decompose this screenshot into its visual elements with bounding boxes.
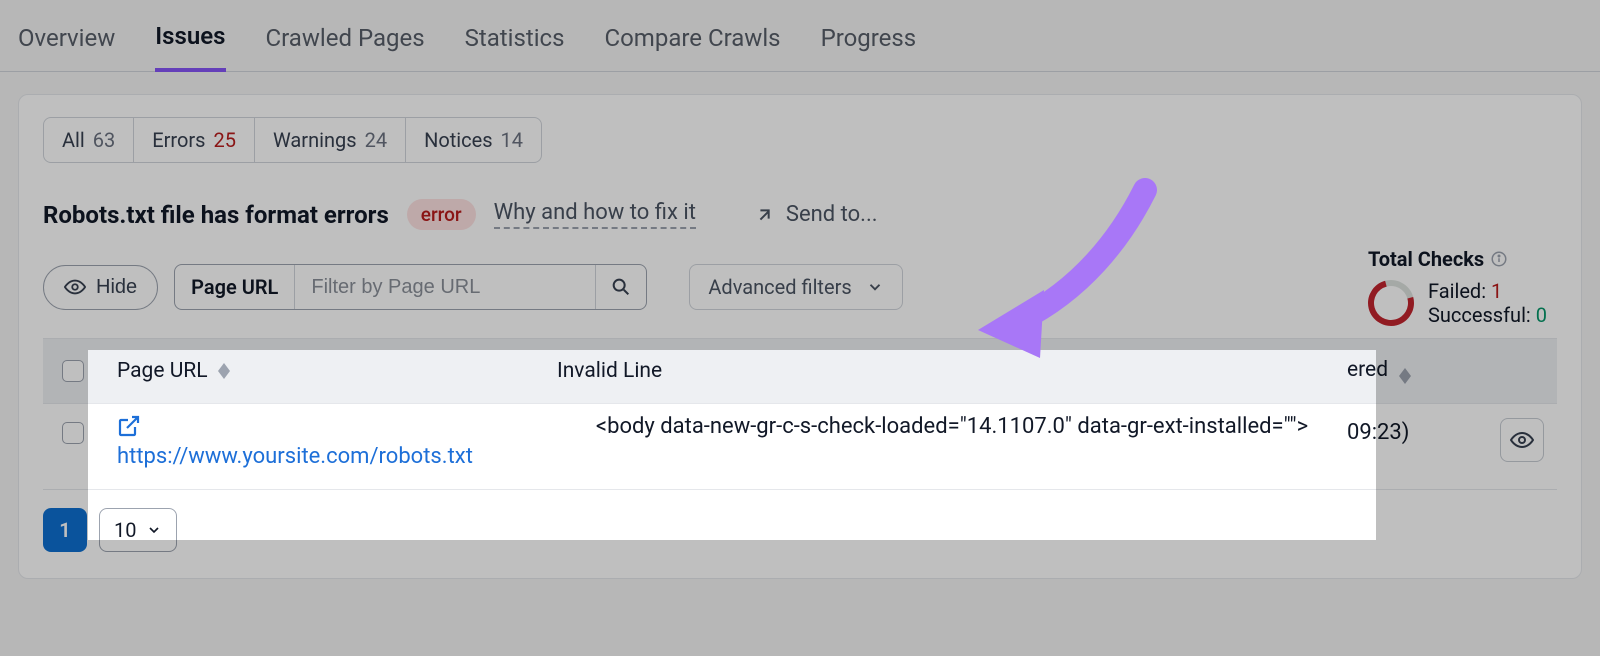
pill-errors[interactable]: Errors 25: [134, 118, 255, 162]
issues-panel: All 63 Errors 25 Warnings 24 Notices 14 …: [18, 94, 1582, 579]
send-to-button[interactable]: Send to...: [754, 202, 878, 227]
tab-issues[interactable]: Issues: [155, 22, 225, 72]
successful-line: Successful: 0: [1428, 303, 1547, 327]
tab-compare-crawls[interactable]: Compare Crawls: [604, 24, 780, 70]
row-checkbox[interactable]: [62, 422, 84, 444]
successful-value: 0: [1536, 303, 1547, 327]
pill-notices-count: 14: [501, 128, 523, 152]
row-view-button[interactable]: [1500, 418, 1544, 462]
col-header-discovered[interactable]: ered: [1347, 358, 1487, 384]
tab-crawled-pages[interactable]: Crawled Pages: [266, 24, 425, 70]
page-current[interactable]: 1: [43, 508, 87, 552]
row-invalid-line: <body data-new-gr-c-s-check-loaded="14.1…: [557, 414, 1347, 439]
filter-bar: Hide Page URL Advanced filters: [43, 264, 1557, 310]
checks-ring-icon: [1360, 272, 1423, 335]
chevron-down-icon: [866, 278, 884, 296]
pill-all-count: 63: [93, 128, 115, 152]
total-checks-title: Total Checks: [1368, 247, 1484, 271]
send-to-label: Send to...: [786, 202, 878, 227]
eye-icon: [1510, 428, 1534, 452]
page-size-value: 10: [114, 518, 136, 542]
row-page-url-link[interactable]: https://www.yoursite.com/robots.txt: [117, 444, 473, 469]
pill-errors-count: 25: [214, 128, 236, 152]
tab-overview[interactable]: Overview: [18, 24, 115, 70]
hide-button[interactable]: Hide: [43, 265, 158, 310]
why-how-link[interactable]: Why and how to fix it: [494, 200, 696, 229]
page-url-filter-search[interactable]: [595, 265, 646, 309]
col-header-invalid-line[interactable]: Invalid Line: [543, 359, 1347, 383]
share-arrow-icon: [754, 204, 776, 226]
eye-icon: [64, 276, 86, 298]
pill-notices-label: Notices: [424, 128, 492, 152]
sort-icon: [218, 363, 230, 379]
row-time-fragment: 09:23): [1347, 420, 1409, 445]
issue-type-filters: All 63 Errors 25 Warnings 24 Notices 14: [43, 117, 542, 163]
advanced-filters-button[interactable]: Advanced filters: [689, 264, 902, 310]
pill-notices[interactable]: Notices 14: [406, 118, 541, 162]
table-header-row: Page URL Invalid Line ered: [43, 338, 1557, 404]
pill-all[interactable]: All 63: [44, 118, 134, 162]
pagination: 1 10: [43, 508, 1557, 552]
tab-progress[interactable]: Progress: [821, 24, 917, 70]
chevron-down-icon: [146, 522, 162, 538]
pill-warnings[interactable]: Warnings 24: [255, 118, 406, 162]
page-size-select[interactable]: 10: [99, 508, 177, 552]
hide-label: Hide: [96, 276, 137, 299]
issue-severity-badge: error: [407, 199, 476, 230]
issue-title: Robots.txt file has format errors: [43, 201, 389, 229]
advanced-filters-label: Advanced filters: [708, 275, 851, 299]
issue-header: Robots.txt file has format errors error …: [43, 199, 1557, 230]
pill-warnings-count: 24: [365, 128, 387, 152]
select-all-checkbox[interactable]: [62, 360, 84, 382]
page-url-filter-label[interactable]: Page URL: [175, 265, 295, 309]
failed-value: 1: [1491, 279, 1502, 303]
col-header-page-url[interactable]: Page URL: [103, 359, 543, 383]
page-url-filter-input[interactable]: [295, 265, 595, 309]
external-link-icon[interactable]: [117, 414, 473, 438]
sort-icon: [1399, 368, 1411, 384]
page-url-filter: Page URL: [174, 264, 647, 310]
pill-all-label: All: [62, 128, 85, 152]
total-checks-panel: Total Checks Failed: 1 Successful: 0: [1368, 247, 1547, 327]
info-icon[interactable]: [1490, 250, 1508, 268]
table-row: https://www.yoursite.com/robots.txt <bod…: [43, 404, 1557, 490]
pill-warnings-label: Warnings: [273, 128, 357, 152]
failed-line: Failed: 1: [1428, 279, 1547, 303]
tab-statistics[interactable]: Statistics: [465, 24, 565, 70]
results-table: Page URL Invalid Line ered: [43, 338, 1557, 490]
pill-errors-label: Errors: [152, 128, 205, 152]
search-icon: [610, 276, 632, 298]
